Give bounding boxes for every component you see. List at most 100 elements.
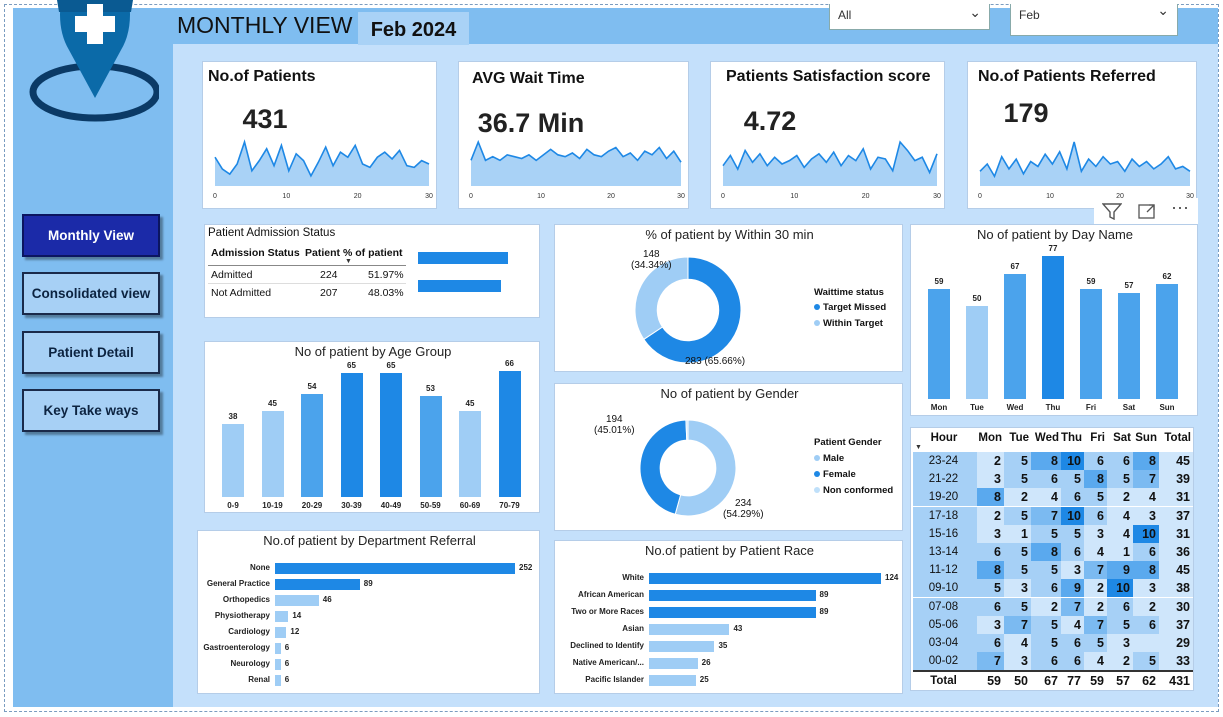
filter-icon[interactable] [1102,202,1122,220]
bar-category-label: 0-9 [227,501,239,510]
key-take-ways-button[interactable]: Key Take ways [22,389,160,432]
bar-category-label: Sat [1122,403,1136,412]
col-header-status[interactable]: Admission Status [211,247,300,259]
legend-item[interactable]: Male [814,453,844,464]
filter-dropdown-2[interactable]: Feb ⌄ [1010,2,1178,36]
bar-category-label: Fri [1085,403,1097,412]
heatmap-row-label: 19-20 [913,488,977,507]
heatmap-cell: 7 [1031,506,1061,525]
focus-mode-icon[interactable] [1137,202,1157,220]
donut-label-female-pct: (45.01%) [594,425,635,436]
bar-value-label: 6 [284,675,290,684]
heatmap-row-label: 21-22 [913,470,977,489]
heatmap-cell: 8 [1133,452,1159,470]
kpi-title: AVG Wait Time [472,70,585,87]
patient-race-chart[interactable]: No.of patient by Patient Race White 124 Af… [554,540,903,694]
heatmap-cell: 5 [1107,615,1133,634]
kpi-sparkline: 0 10 20 30 [469,139,685,200]
heatmap-cell: 3 [977,524,1004,543]
heatmap-cell: 37 [1159,506,1193,525]
heatmap-cell: 8 [1031,543,1061,561]
col-header-patient[interactable]: Patient [305,247,340,259]
wait-time-donut-chart[interactable]: % of patient by Within 30 min 148 (34.34%… [554,224,903,372]
sparkline-tick-label: 30 [677,193,685,200]
filter-dropdown-1-value: All [838,8,852,22]
race-chart-plot: White 124 African American 89 Two or More Ra… [555,541,904,695]
hour-day-heatmap-matrix[interactable]: Hour Mon Tue Wed Thu Fri Sat Sun Total ▼ 23-24 2 5 8 1… [910,427,1194,691]
kpi-card-satisfaction[interactable]: Patients Satisfaction score 4.72 0 10 20 30 [710,61,945,209]
heatmap-cell: 5 [977,579,1004,598]
consolidated-view-button[interactable]: Consolidated view [22,272,160,315]
heatmap-cell: 2 [977,452,1004,470]
heatmap-total-cell: 77 [1061,672,1084,690]
heatmap-cell: 5 [1004,506,1031,525]
bar-value-label: 65 [347,360,356,370]
heatmap-cell: 10 [1107,579,1133,598]
sparkline-tick-label: 0 [978,193,982,200]
admission-status-table[interactable]: Patient Admission Status Admission Statu… [204,224,540,318]
gender-donut-chart[interactable]: No of patient by Gender 194 (45.01%) 234(… [554,383,903,531]
legend-item[interactable]: Non conformed [814,485,893,496]
heatmap-cell: 6 [1061,634,1084,652]
more-options-icon[interactable]: ⋯ [1171,198,1190,219]
sparkline-tick-label: 20 [862,193,870,200]
bar-value-label: 45 [268,398,277,408]
legend-item[interactable]: Female [814,469,856,480]
wait-donut [634,256,742,364]
heatmap-cell: 8 [977,561,1004,580]
patient-detail-button[interactable]: Patient Detail [22,331,160,374]
heatmap-cell: 2 [977,506,1004,525]
heatmap-row-label: 11-12 [913,561,977,580]
bar [275,611,289,622]
legend-item[interactable]: Within Target [814,318,883,329]
day-name-chart[interactable]: No of patient by Day Name 59 Mon 50 Tue 67 We… [910,224,1198,416]
bar-value-label: 124 [885,573,899,582]
bar-category-label: 40-49 [380,501,402,510]
bar-category-label: Mon [930,403,948,412]
table-divider [208,265,406,266]
bar-category-label: Declined to Identify [570,641,644,650]
heatmap-cell: 4 [1107,506,1133,525]
day-chart-plot: 59 Mon 50 Tue 67 Wed 77 Thu 59 Fri 57 Sat 62 Sun [911,225,1199,417]
legend-item[interactable]: Target Missed [814,302,886,313]
heatmap-cell: 3 [1061,561,1084,580]
heatmap-cell: 5 [1084,488,1107,507]
bar-category-label: None [250,563,270,572]
kpi-card-wait-time[interactable]: AVG Wait Time 36.7 Min 0 10 20 30 [458,61,689,209]
heatmap-column-header: Sat [1113,432,1131,444]
monthly-view-button[interactable]: Monthly View [22,214,160,257]
heatmap-cell: 2 [1084,579,1107,598]
admission-bar-not-admitted [418,280,502,292]
row-status: Not Admitted [211,287,272,299]
bar-value-label: 77 [1048,243,1058,253]
heatmap-cell: 6 [977,543,1004,561]
heatmap-column-header: Total [1164,432,1191,444]
heatmap-cell: 8 [1084,470,1107,489]
bar [649,590,816,601]
kpi-card-referred[interactable]: No.of Patients Referred 179 0 10 20 30 [967,61,1197,209]
heatmap-cell: 1 [1107,543,1133,561]
heatmap-cell: 37 [1159,615,1193,634]
heatmap-row-label: 15-16 [913,524,977,543]
bar [649,641,715,652]
heatmap-cell: 3 [1133,579,1159,598]
heatmap-cell: 4 [1084,543,1107,561]
bar-value-label: 66 [505,358,514,368]
kpi-sparkline: 0 10 20 30 [213,139,433,200]
heatmap-cell: 45 [1159,561,1193,580]
heatmap-cell: 6 [1031,579,1061,598]
bar-value-label: 14 [292,611,302,620]
bar [275,579,360,590]
department-referral-chart[interactable]: No.of patient by Department Referral Non… [197,530,540,694]
age-group-chart[interactable]: No of patient by Age Group 38 0-9 45 10-19 5… [204,341,540,513]
bar-category-label: Physiotherapy [214,611,270,620]
kpi-card-patients[interactable]: No.of Patients 431 0 10 20 30 [202,61,437,209]
bar [275,595,319,606]
filter-dropdown-1[interactable]: All ⌄ [829,4,990,30]
heatmap-cell: 4 [1031,488,1061,507]
bar-value-label: 6 [284,643,290,652]
heatmap-total-cell: 57 [1107,672,1133,690]
heatmap-cell: 36 [1159,543,1193,561]
heatmap-cell: 6 [1061,488,1084,507]
bar-category-label: Renal [248,675,270,684]
